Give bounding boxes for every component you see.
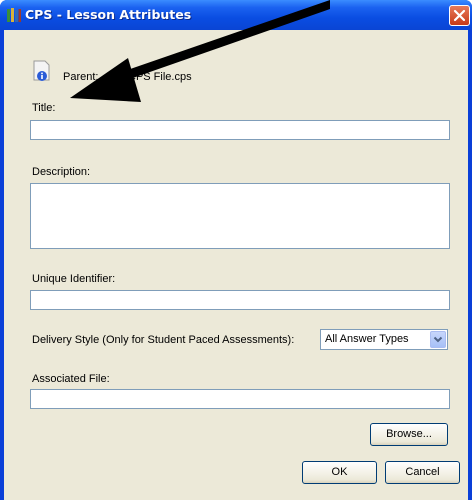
chevron-down-icon (433, 336, 443, 343)
close-icon (453, 9, 466, 22)
info-file-icon (33, 60, 50, 81)
cancel-button[interactable]: Cancel (385, 461, 460, 484)
identifier-field[interactable] (30, 290, 450, 310)
identifier-label: Unique Identifier: (32, 273, 116, 285)
books-icon (7, 8, 21, 22)
delivery-style-value: All Answer Types (325, 333, 409, 345)
dialog-window: CPS - Lesson Attributes Parent: CPS File… (0, 0, 472, 500)
delivery-label: Delivery Style (Only for Student Paced A… (32, 334, 295, 346)
title-bar[interactable]: CPS - Lesson Attributes (0, 0, 472, 30)
delivery-style-select[interactable]: All Answer Types (320, 329, 448, 350)
description-field[interactable] (30, 183, 450, 249)
associated-file-field[interactable] (30, 389, 450, 409)
associated-file-label: Associated File: (32, 373, 110, 385)
dialog-body: Parent: CPS File.cps Title: Description:… (4, 30, 468, 500)
title-field[interactable] (30, 120, 450, 140)
parent-file: CPS File.cps (128, 71, 192, 83)
close-button[interactable] (449, 5, 470, 26)
browse-button[interactable]: Browse... (370, 423, 448, 446)
parent-label: Parent: (63, 71, 99, 83)
ok-button[interactable]: OK (302, 461, 377, 484)
title-label: Title: (32, 102, 56, 114)
description-label: Description: (32, 166, 91, 178)
dropdown-button[interactable] (430, 331, 446, 348)
window-title: CPS - Lesson Attributes (25, 7, 192, 22)
